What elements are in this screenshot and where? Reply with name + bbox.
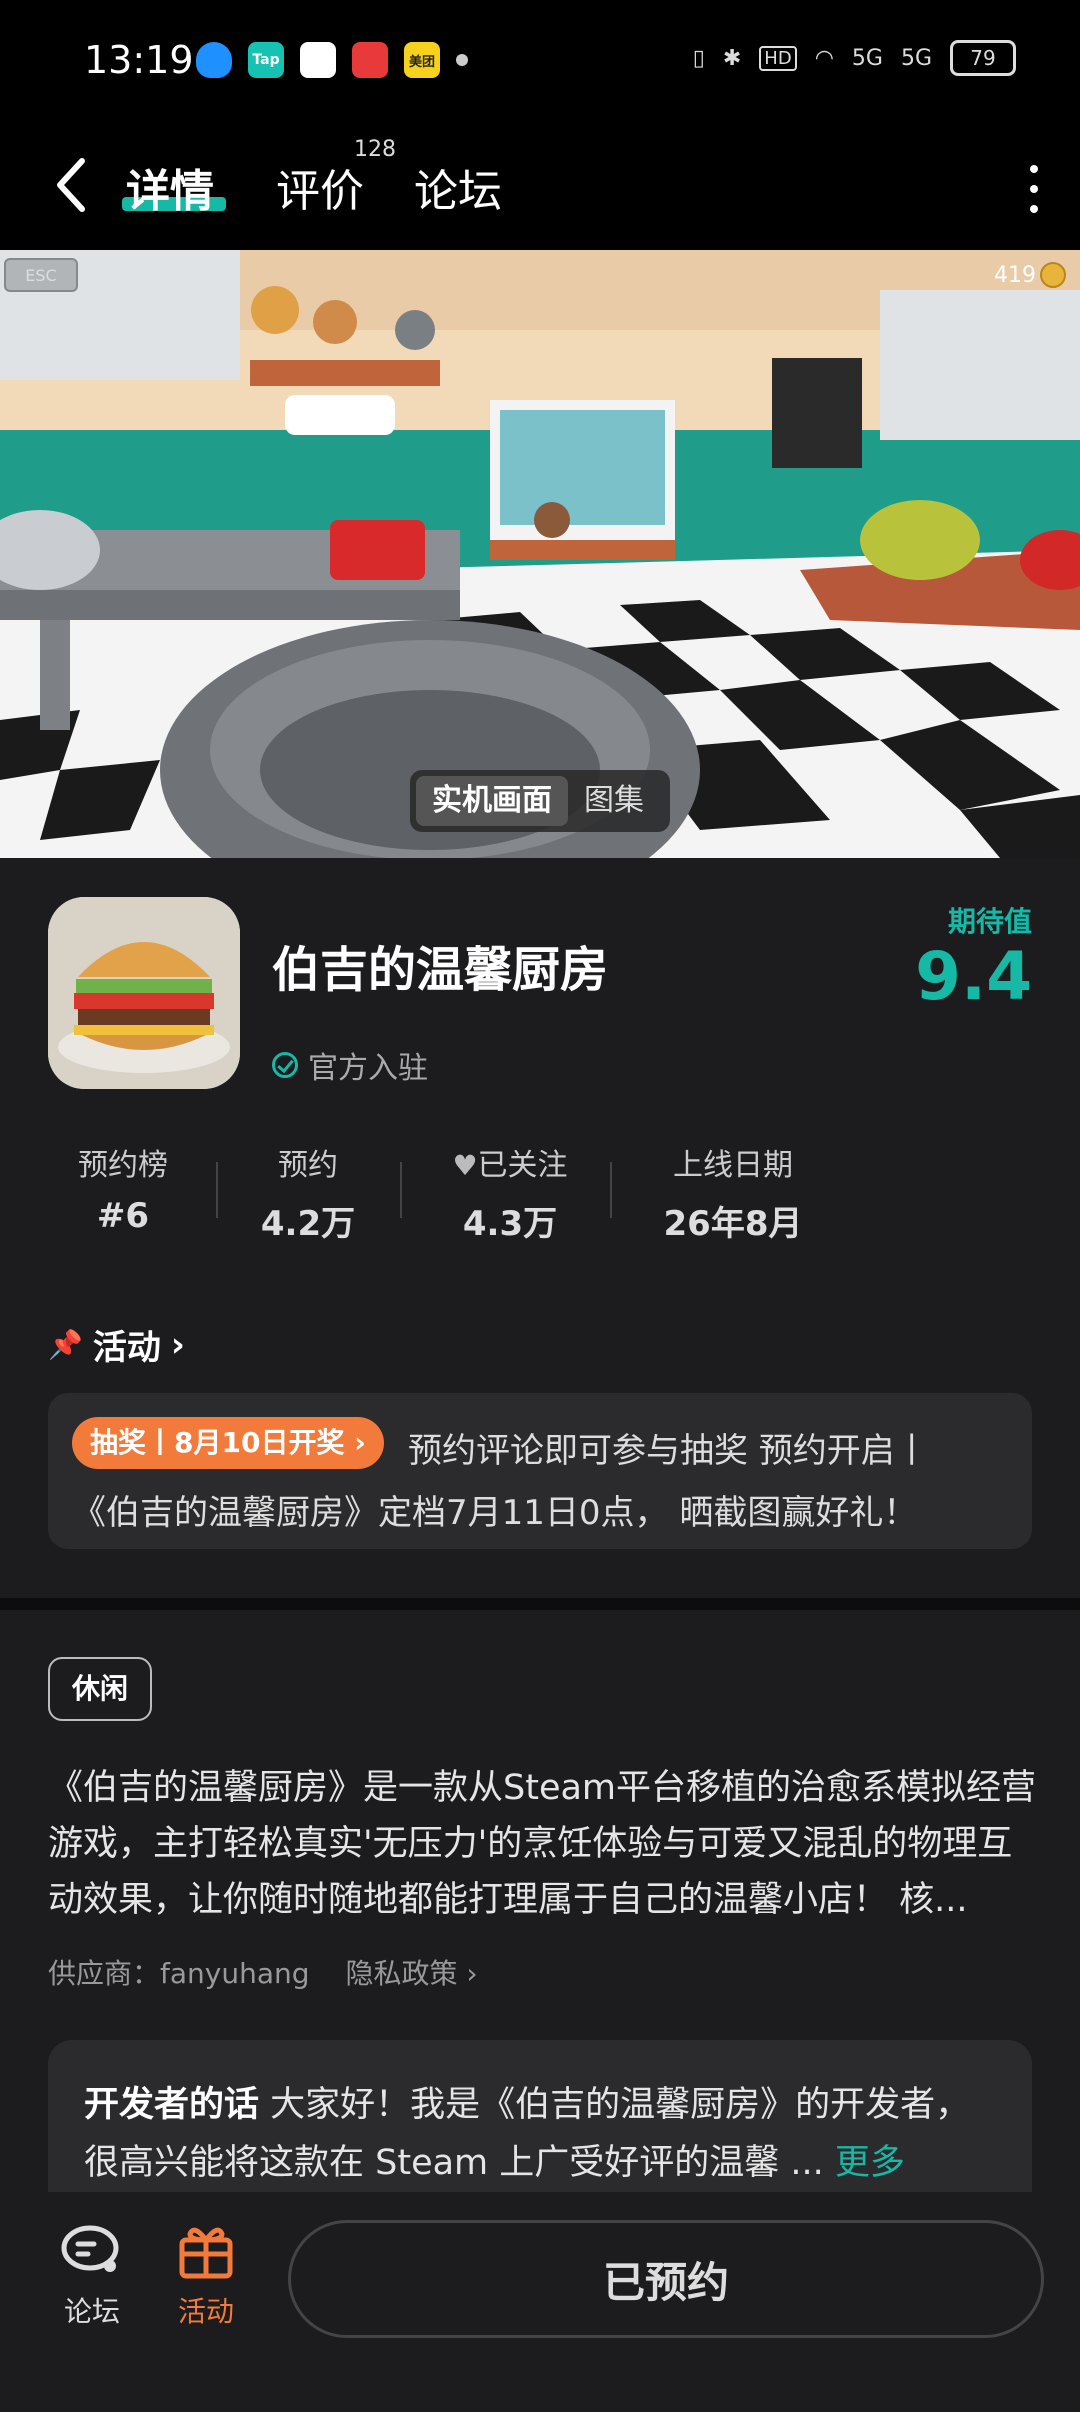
- nav-activity-label: 活动: [177, 2295, 234, 2328]
- gift-icon: [179, 2227, 233, 2279]
- genre-tag[interactable]: 休闲: [48, 1657, 153, 1721]
- activity-card[interactable]: 抽奖丨8月10日开奖 › 预约评论即可参与抽奖 预约开启丨 《伯吉的温馨厨房》定…: [48, 1393, 1032, 1549]
- nav-activity[interactable]: 活动: [156, 2222, 256, 2330]
- expectation-value: 9.4: [915, 938, 1032, 1015]
- esc-label: ESC: [25, 265, 57, 285]
- activity-text-line1: 预约评论即可参与抽奖 预约开启丨: [408, 1431, 929, 1471]
- stat-followed[interactable]: ♥已关注 4.3万: [420, 1140, 600, 1245]
- stat-reservations: 预约 4.2万: [233, 1140, 383, 1245]
- bluetooth-icon: ✱: [722, 45, 742, 71]
- activity-header[interactable]: 📌 活动 ›: [48, 1320, 185, 1369]
- tab-reviews[interactable]: 评价: [276, 155, 364, 219]
- stat-rank[interactable]: 预约榜 #6: [48, 1140, 198, 1236]
- nav-forum[interactable]: 论坛: [42, 2222, 142, 2330]
- back-arrow-icon[interactable]: [52, 155, 92, 215]
- top-nav-bar: 详情 评价 128 论坛: [0, 125, 1080, 250]
- stat-value: 26年8月: [663, 1204, 803, 1244]
- activity-title: 活动: [92, 1328, 161, 1368]
- stat-label: 已关注: [477, 1148, 568, 1183]
- stat-label: 上线日期: [673, 1148, 793, 1183]
- stat-label: 预约榜: [78, 1148, 168, 1183]
- verified-check-icon: [272, 1052, 298, 1078]
- stat-label: 预约: [278, 1148, 338, 1183]
- stat-value: #6: [96, 1196, 150, 1236]
- stat-value: 4.3万: [462, 1204, 558, 1244]
- stat-label-followed: ♥已关注: [420, 1140, 600, 1184]
- tab-details[interactable]: 详情: [126, 155, 214, 219]
- game-description[interactable]: 《伯吉的温馨厨房》是一款从Steam平台移植的治愈系模拟经营游戏，主打轻松真实'…: [48, 1760, 1038, 1928]
- stat-divider: [400, 1162, 402, 1218]
- review-count-badge: 128: [354, 137, 396, 162]
- supplier-row: 供应商：fanyuhang 隐私政策 ›: [48, 1952, 478, 1992]
- developer-note-title: 开发者的话: [84, 2085, 260, 2125]
- developer-note-card[interactable]: 开发者的话 大家好！我是《伯吉的温馨厨房》的开发者，很高兴能将这款在 Steam…: [48, 2040, 1032, 2200]
- more-notifications-dot: [456, 54, 468, 66]
- signal-5g-icon: 5G: [851, 45, 883, 71]
- coin-count: 419: [994, 262, 1036, 288]
- expectation-label: 期待值: [947, 905, 1032, 938]
- reserved-button[interactable]: 已预约: [288, 2220, 1044, 2338]
- forum-chat-icon: [61, 2225, 119, 2272]
- more-link[interactable]: 更多: [835, 2143, 905, 2183]
- expectation-score: 期待值 9.4: [915, 900, 1032, 1010]
- toggle-gameplay[interactable]: 实机画面: [416, 776, 568, 826]
- game-title: 伯吉的温馨厨房: [272, 942, 609, 998]
- lottery-tag[interactable]: 抽奖丨8月10日开奖 ›: [72, 1417, 384, 1469]
- wifi-icon: ◠: [814, 45, 834, 71]
- official-label: 官方入驻: [308, 1051, 428, 1086]
- activity-text-line2: 《伯吉的温馨厨房》定档7月11日0点， 晒截图赢好礼！: [72, 1493, 918, 1533]
- hd-icon: HD: [759, 45, 797, 71]
- game-screenshot[interactable]: [0, 250, 1080, 858]
- nav-forum-label: 论坛: [63, 2295, 120, 2328]
- official-badge: 官方入驻: [272, 1043, 428, 1087]
- supplier-label: 供应商：fanyuhang: [48, 1957, 310, 1990]
- privacy-policy-link[interactable]: 隐私政策 ›: [346, 1952, 478, 1992]
- heart-icon: ♥: [452, 1149, 478, 1182]
- coin-counter: 419: [994, 262, 1066, 288]
- vibrate-icon: ▯: [692, 45, 705, 71]
- section-divider: [0, 1598, 1080, 1610]
- game-icon: [48, 897, 240, 1089]
- more-menu-icon[interactable]: [1028, 165, 1040, 213]
- baidu-icon: [300, 42, 336, 78]
- battery-icon: 79: [950, 40, 1016, 76]
- developer-note: 开发者的话 大家好！我是《伯吉的温馨厨房》的开发者，很高兴能将这款在 Steam…: [84, 2076, 1004, 2192]
- stat-divider: [610, 1162, 612, 1218]
- coin-icon: [1040, 262, 1066, 288]
- pin-icon: 📌: [48, 1328, 83, 1361]
- toggle-gallery[interactable]: 图集: [568, 776, 660, 826]
- tab-forum[interactable]: 论坛: [414, 155, 502, 219]
- chevron-right-icon: ›: [170, 1324, 185, 1365]
- signal-5g-icon: 5G: [900, 45, 932, 71]
- stat-value: 4.2万: [260, 1204, 356, 1244]
- status-bar: 13:19 Tap 美团 ▯ ✱ HD ◠ 5G 5G 79: [0, 0, 1080, 125]
- bottom-action-bar: 论坛 活动 已预约: [0, 2192, 1080, 2412]
- stats-row: 预约榜 #6 预约 4.2万 ♥已关注 4.3万 上线日期 26年8月: [48, 1140, 848, 1244]
- notification-icons: Tap 美团: [196, 42, 468, 78]
- taptap-icon: Tap: [248, 42, 284, 78]
- clock: 13:19: [84, 38, 194, 82]
- meituan-icon: 美团: [404, 42, 440, 78]
- stat-release-date: 上线日期 26年8月: [638, 1140, 828, 1245]
- system-icons: ▯ ✱ HD ◠ 5G 5G 79: [693, 40, 1016, 76]
- esc-button[interactable]: ESC: [4, 258, 78, 292]
- stat-divider: [216, 1162, 218, 1218]
- media-toggle: 实机画面 图集: [410, 770, 670, 832]
- xiaohongshu-icon: [352, 42, 388, 78]
- qq-icon: [196, 42, 232, 78]
